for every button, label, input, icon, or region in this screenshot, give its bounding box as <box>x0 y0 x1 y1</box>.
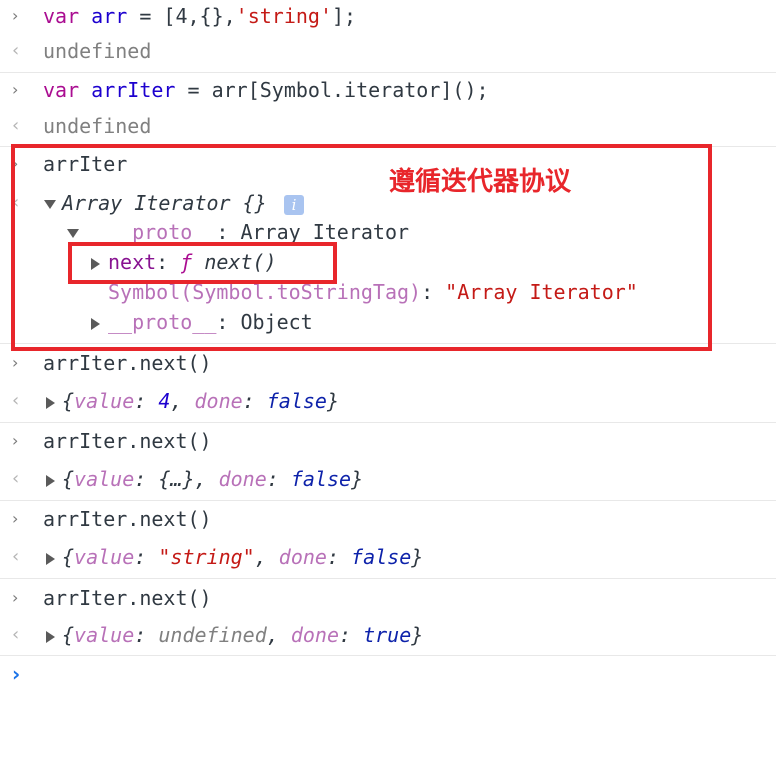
annotation-next-box <box>68 242 337 284</box>
console-output-row: ‹ undefined <box>0 37 776 65</box>
collapse-triangle-icon[interactable] <box>46 543 55 571</box>
result-object: {value: "string", done: false} <box>62 545 424 569</box>
output-caret-icon: ‹ <box>12 115 20 136</box>
devtools-console: › var arr = [4,{},'string']; ‹ undefined… <box>0 0 776 710</box>
console-input-row[interactable]: › var arrIter = arr[Symbol.iterator](); <box>0 76 776 104</box>
divider <box>0 72 776 73</box>
console-input-row[interactable]: › arrIter.next() <box>0 505 776 533</box>
input-caret-icon: › <box>12 6 19 25</box>
output-value: undefined <box>43 114 152 138</box>
console-input-row[interactable]: › arrIter.next() <box>0 349 776 377</box>
input-caret-icon: › <box>12 509 19 528</box>
console-prompt[interactable]: › <box>0 660 776 688</box>
output-caret-icon: ‹ <box>12 468 20 489</box>
divider <box>0 500 776 501</box>
console-output-row[interactable]: ‹ {value: undefined, done: true} <box>0 621 776 649</box>
console-output-row[interactable]: ‹ {value: {…}, done: false} <box>0 465 776 493</box>
annotation-label: 遵循迭代器协议 <box>389 167 572 197</box>
input-caret-icon: › <box>12 80 19 99</box>
divider <box>0 422 776 423</box>
input-code: arrIter.next() <box>43 429 212 453</box>
console-input-row[interactable]: › arrIter.next() <box>0 584 776 612</box>
console-output-row[interactable]: ‹ {value: 4, done: false} <box>0 387 776 415</box>
input-caret-icon: › <box>12 353 19 372</box>
collapse-triangle-icon[interactable] <box>46 621 55 649</box>
collapse-triangle-icon[interactable] <box>46 465 55 493</box>
divider <box>0 655 776 656</box>
divider <box>0 578 776 579</box>
console-input-row[interactable]: › var arr = [4,{},'string']; <box>0 2 776 30</box>
result-object: {value: 4, done: false} <box>62 389 340 413</box>
output-caret-icon: ‹ <box>12 624 20 645</box>
console-output-row[interactable]: ‹ {value: "string", done: false} <box>0 543 776 571</box>
output-value: undefined <box>43 39 152 63</box>
output-caret-icon: ‹ <box>12 546 20 567</box>
output-caret-icon: ‹ <box>12 40 20 61</box>
input-code: var arrIter = arr[Symbol.iterator](); <box>43 78 489 102</box>
input-code: var arr = [4,{},'string']; <box>43 4 357 28</box>
prompt-caret-icon: › <box>12 662 21 686</box>
result-object: {value: {…}, done: false} <box>62 467 364 491</box>
console-input-row[interactable]: › arrIter.next() <box>0 427 776 455</box>
input-caret-icon: › <box>12 431 19 450</box>
output-caret-icon: ‹ <box>12 390 20 411</box>
input-caret-icon: › <box>12 588 19 607</box>
console-output-row: ‹ undefined <box>0 112 776 140</box>
collapse-triangle-icon[interactable] <box>46 387 55 415</box>
input-code: arrIter.next() <box>43 586 212 610</box>
input-code: arrIter.next() <box>43 507 212 531</box>
result-object: {value: undefined, done: true} <box>62 623 424 647</box>
input-code: arrIter.next() <box>43 351 212 375</box>
